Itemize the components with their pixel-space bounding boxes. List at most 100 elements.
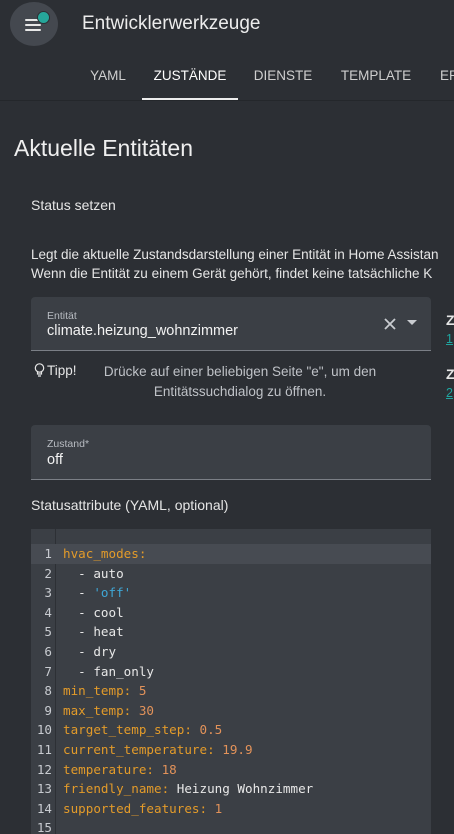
line-number: 15 bbox=[36, 820, 52, 834]
side-panel-entry: Z 1 bbox=[446, 312, 454, 346]
lightbulb-icon bbox=[34, 363, 45, 377]
yaml-value: heat bbox=[93, 624, 124, 640]
code-line[interactable]: 11 current_temperature: 19.9 bbox=[31, 740, 431, 760]
yaml-separator: - bbox=[63, 663, 94, 679]
yaml-separator: - bbox=[63, 565, 94, 581]
line-number: 4 bbox=[44, 604, 52, 620]
yaml-separator: - bbox=[63, 585, 94, 601]
yaml-key: current_temperature bbox=[63, 742, 208, 757]
yaml-separator: : bbox=[184, 722, 200, 738]
line-number: 14 bbox=[36, 800, 52, 816]
tab-zustaende[interactable]: ZUSTÄNDE bbox=[142, 58, 238, 100]
side-panel-link[interactable]: 2 bbox=[446, 386, 454, 400]
set-state-description: Legt die aktuelle Zustandsdarstellung ei… bbox=[31, 245, 454, 283]
set-state-heading: Status setzen bbox=[31, 197, 116, 213]
tip-label: Tipp! bbox=[47, 363, 77, 378]
code-text: hvac_modes: bbox=[63, 544, 146, 564]
state-field-value[interactable]: off bbox=[47, 452, 63, 468]
line-number: 5 bbox=[44, 624, 52, 640]
yaml-key: target_temp_step bbox=[63, 722, 185, 738]
code-text: friendly_name: Heizung Wohnzimmer bbox=[63, 779, 313, 799]
close-icon[interactable] bbox=[381, 315, 399, 333]
description-line: Legt die aktuelle Zustandsdarstellung ei… bbox=[31, 247, 439, 262]
yaml-value: auto bbox=[93, 565, 124, 581]
yaml-key: hvac_modes bbox=[63, 546, 139, 561]
code-line[interactable]: 13 friendly_name: Heizung Wohnzimmer bbox=[31, 779, 431, 799]
yaml-value: 'off' bbox=[93, 585, 132, 601]
code-text: - cool bbox=[63, 603, 124, 623]
app-header: Entwicklerwerkzeuge YAML ZUSTÄNDE DIENST… bbox=[0, 0, 454, 101]
code-line[interactable]: 12 temperature: 18 bbox=[31, 760, 431, 780]
code-line[interactable]: 1 hvac_modes: bbox=[31, 544, 431, 564]
yaml-separator: - bbox=[63, 624, 94, 640]
menu-button[interactable] bbox=[10, 2, 58, 46]
yaml-value: 18 bbox=[161, 761, 177, 777]
code-text: - dry bbox=[63, 642, 116, 662]
state-field-label: Zustand* bbox=[47, 438, 90, 450]
line-number: 6 bbox=[44, 644, 52, 659]
yaml-separator: : bbox=[146, 761, 162, 777]
tab-template[interactable]: TEMPLATE bbox=[333, 58, 419, 98]
side-panel-link[interactable]: 1 bbox=[446, 332, 454, 346]
code-text: - heat bbox=[63, 622, 124, 642]
yaml-key: temperature bbox=[63, 761, 147, 777]
line-number: 11 bbox=[36, 742, 52, 757]
yaml-value: 30 bbox=[138, 702, 155, 718]
yaml-key: min_temp bbox=[63, 683, 124, 699]
yaml-value: 1 bbox=[214, 800, 223, 816]
entity-field[interactable]: Entität climate.heizung_wohnzimmer bbox=[31, 297, 431, 351]
state-field[interactable]: Zustand* off bbox=[31, 425, 431, 480]
side-panel-heading: Z bbox=[446, 312, 454, 328]
side-panel-heading: Z bbox=[446, 366, 454, 382]
code-line[interactable]: 7 - fan_only bbox=[31, 662, 431, 682]
code-line[interactable]: 14 supported_features: 1 bbox=[31, 799, 431, 819]
yaml-value: cool bbox=[93, 604, 124, 620]
yaml-value: fan_only bbox=[93, 663, 155, 679]
line-number: 3 bbox=[44, 585, 52, 601]
code-line[interactable]: 10 target_temp_step: 0.5 bbox=[31, 720, 431, 740]
yaml-separator: : bbox=[123, 683, 139, 699]
line-number: 2 bbox=[44, 565, 52, 581]
code-text: temperature: 18 bbox=[63, 760, 177, 780]
yaml-value: 19.9 bbox=[222, 742, 253, 757]
tab-ereignisse[interactable]: ER bbox=[440, 58, 454, 98]
chevron-down-icon[interactable] bbox=[407, 320, 417, 325]
side-panel-entry: Z 2 bbox=[446, 366, 454, 400]
code-line[interactable]: 4 - cool bbox=[31, 603, 431, 623]
code-line[interactable]: 3 - 'off' bbox=[31, 583, 431, 603]
code-line[interactable]: 2 - auto bbox=[31, 564, 431, 584]
tab-yaml[interactable]: YAML bbox=[80, 58, 136, 98]
code-text: - fan_only bbox=[63, 662, 154, 682]
line-number: 12 bbox=[36, 761, 52, 777]
yaml-editor[interactable]: 1 hvac_modes: 2 - auto 3 - 'off' 4 - cool 5 -… bbox=[31, 529, 431, 834]
tab-dienste[interactable]: DIENSTE bbox=[246, 58, 320, 98]
yaml-value: 5 bbox=[138, 683, 147, 699]
tab-bar: YAML ZUSTÄNDE DIENSTE TEMPLATE ER bbox=[0, 58, 454, 100]
code-line[interactable]: 5 - heat bbox=[31, 622, 431, 642]
code-line[interactable]: 6 - dry bbox=[31, 642, 431, 662]
app-title: Entwicklerwerkzeuge bbox=[82, 13, 261, 34]
description-line: Wenn die Entität zu einem Gerät gehört, … bbox=[31, 266, 433, 281]
code-line[interactable]: 8 min_temp: 5 bbox=[31, 681, 431, 701]
code-text: target_temp_step: 0.5 bbox=[63, 720, 222, 740]
line-number: 1 bbox=[44, 546, 52, 561]
yaml-value: Heizung Wohnzimmer bbox=[176, 781, 314, 797]
yaml-separator: - bbox=[63, 604, 94, 620]
yaml-separator: : bbox=[123, 702, 139, 718]
line-number: 10 bbox=[36, 722, 52, 738]
code-line[interactable]: 9 max_temp: 30 bbox=[31, 701, 431, 721]
line-number: 8 bbox=[44, 683, 52, 699]
page-title: Aktuelle Entitäten bbox=[14, 135, 194, 161]
tip-text: Drücke auf einer beliebigen Seite "e", u… bbox=[103, 364, 377, 399]
line-number: 7 bbox=[44, 663, 52, 679]
code-line[interactable]: 15 bbox=[31, 818, 431, 834]
tip: Tipp! bbox=[34, 363, 77, 378]
line-number: 9 bbox=[44, 702, 52, 718]
yaml-key: supported_features bbox=[63, 800, 200, 816]
yaml-separator: : bbox=[161, 781, 177, 797]
entity-field-value[interactable]: climate.heizung_wohnzimmer bbox=[47, 323, 238, 339]
line-number: 13 bbox=[36, 781, 52, 797]
yaml-separator: : bbox=[207, 742, 223, 757]
notification-dot bbox=[37, 11, 50, 24]
yaml-key: max_temp bbox=[63, 702, 124, 718]
